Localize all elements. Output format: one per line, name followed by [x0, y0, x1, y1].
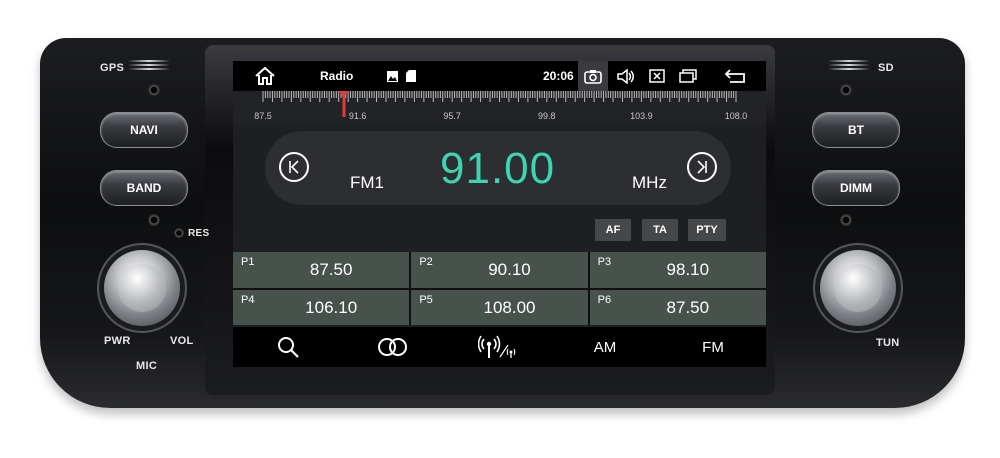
tuner-scale[interactable]: 87.5 91.6 95.7 99.8 103.9 108.0: [233, 91, 766, 125]
sd-port: [840, 84, 852, 96]
screenshot-icon[interactable]: [578, 61, 608, 91]
skip-forward-icon: [697, 160, 707, 174]
tuner-scale-label: 99.8: [538, 111, 556, 121]
radio-screen: Radio 20:06 87.5 91.6 95.7 99.8 103.9 108.0: [233, 61, 766, 367]
mic-label: MIC: [136, 360, 158, 372]
preset-button-p4[interactable]: P4 106.10: [233, 289, 410, 325]
close-window-icon[interactable]: [645, 61, 669, 91]
bt-button[interactable]: BT: [812, 112, 900, 148]
tuner-scale-label: 95.7: [443, 111, 461, 121]
vol-label: VOL: [170, 335, 194, 347]
tuner-ticks: [262, 91, 737, 102]
af-button[interactable]: AF: [595, 219, 631, 241]
seek-next-button[interactable]: [687, 152, 717, 182]
frequency-unit: MHz: [632, 173, 667, 192]
preset-grid: P1 87.50 P2 90.10 P3 98.10 P4 106.10 P5 108.0…: [233, 252, 766, 325]
sd-slot-grill: [828, 58, 870, 72]
signal-icon[interactable]: [475, 327, 521, 367]
seek-previous-button[interactable]: [279, 152, 309, 182]
tuner-scale-label: 103.9: [630, 111, 653, 121]
current-frequency: 91.00: [440, 144, 556, 193]
ta-button[interactable]: TA: [642, 219, 678, 241]
bottom-bar: AM FM: [233, 327, 766, 367]
tun-label: TUN: [876, 337, 900, 349]
band-button[interactable]: BAND: [100, 170, 188, 206]
sd-card-icon: [404, 61, 418, 91]
frequency-panel: FM1 91.00 MHz: [265, 131, 731, 205]
tuner-scale-label: 91.6: [348, 111, 367, 121]
gallery-icon: [385, 61, 399, 91]
preset-button-p5[interactable]: P5 108.00: [411, 289, 588, 325]
mic-hole-upper: [148, 214, 160, 226]
stereo-icon[interactable]: [373, 327, 413, 367]
skip-back-icon: [289, 160, 299, 174]
back-icon[interactable]: [721, 61, 749, 91]
volume-knob[interactable]: [104, 250, 180, 326]
gps-label: GPS: [100, 62, 125, 74]
status-bar: Radio 20:06: [233, 61, 766, 91]
volume-icon[interactable]: [614, 61, 638, 91]
res-label: RES: [188, 228, 210, 239]
gps-port: [148, 84, 160, 96]
clock-time: 20:06: [543, 69, 574, 83]
tuner-scale-label: 108.0: [724, 111, 748, 121]
preset-button-p1[interactable]: P1 87.50: [233, 252, 410, 288]
fm-button[interactable]: FM: [696, 327, 730, 367]
ir-sensor: [840, 214, 852, 226]
search-icon[interactable]: [271, 327, 305, 367]
recent-apps-icon[interactable]: [676, 61, 700, 91]
navi-button[interactable]: NAVI: [100, 112, 188, 148]
tuner-scale-label: 87.5: [254, 111, 272, 121]
tuner-needle[interactable]: [338, 91, 349, 117]
am-button[interactable]: AM: [588, 327, 622, 367]
reset-hole[interactable]: [174, 228, 184, 238]
preset-button-p3[interactable]: P3 98.10: [589, 252, 766, 288]
pwr-label: PWR: [104, 335, 131, 347]
pty-button[interactable]: PTY: [688, 219, 726, 241]
sd-label: SD: [878, 62, 894, 74]
app-title: Radio: [320, 69, 354, 83]
dimm-button[interactable]: DIMM: [812, 170, 900, 206]
home-icon[interactable]: [251, 61, 279, 91]
band-label: FM1: [350, 173, 384, 192]
preset-button-p2[interactable]: P2 90.10: [411, 252, 588, 288]
tuning-knob[interactable]: [820, 250, 896, 326]
gps-antenna-grill: [128, 58, 170, 72]
preset-button-p6[interactable]: P6 87.50: [589, 289, 766, 325]
